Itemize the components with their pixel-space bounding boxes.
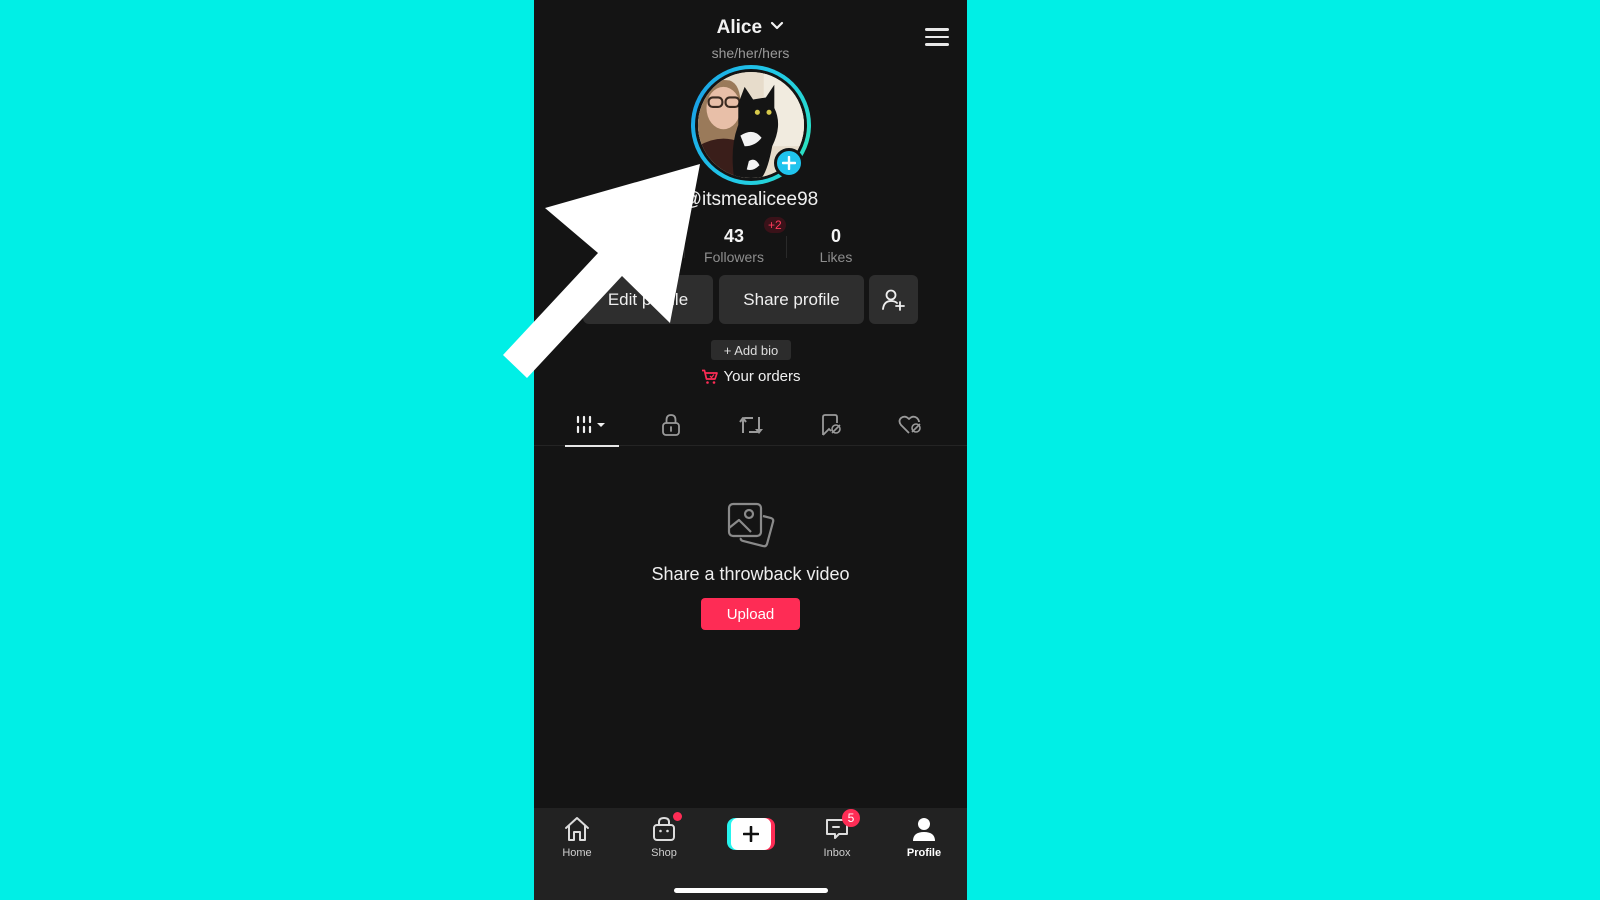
add-story-button[interactable] (774, 148, 804, 178)
edit-profile-button[interactable]: Edit profile (583, 275, 713, 324)
nav-home-label: Home (562, 847, 592, 859)
tab-favorites[interactable] (804, 404, 858, 446)
your-orders-link[interactable]: Your orders (534, 368, 967, 385)
upload-button[interactable]: Upload (701, 598, 800, 630)
repost-icon (739, 417, 763, 434)
nav-inbox-label: Inbox (823, 847, 851, 859)
likes-label: Likes (819, 249, 853, 265)
phone-screen: Alice she/her/hers @itsmealicee98 43 Fol… (534, 0, 967, 900)
add-bio-button[interactable]: + Add bio (711, 340, 791, 360)
username: @itsmealicee98 (682, 189, 819, 210)
nav-shop[interactable]: Shop (629, 812, 699, 859)
content-tabs (534, 404, 967, 447)
tab-reposts[interactable] (724, 404, 778, 446)
tab-videos[interactable] (565, 404, 619, 447)
nav-home[interactable]: Home (542, 814, 612, 859)
tab-private[interactable] (644, 404, 698, 446)
bookmark-hidden-icon (822, 414, 841, 436)
followers-label: Followers (704, 249, 764, 265)
followers-delta-badge: +2 (764, 217, 786, 233)
profile-stats: 43 Followers +2 0 Likes (534, 217, 967, 271)
plus-icon (782, 156, 796, 170)
home-indicator[interactable] (674, 888, 828, 893)
share-profile-button[interactable]: Share profile (719, 275, 864, 324)
nav-profile[interactable]: Profile (889, 814, 959, 859)
likes-count: 0 (830, 226, 841, 246)
bottom-nav: Home Shop 5 Inbox Profile (534, 808, 967, 900)
photos-icon (727, 502, 775, 548)
chevron-down-icon (771, 22, 784, 30)
shopping-cart-icon (701, 369, 718, 384)
nav-shop-label: Shop (651, 847, 677, 859)
lock-icon (662, 414, 680, 436)
grid-icon (576, 415, 605, 434)
empty-state-title: Share a throwback video (651, 564, 850, 584)
stat-likes[interactable]: 0 Likes (786, 226, 886, 265)
home-icon (565, 817, 589, 841)
pronouns: she/her/hers (711, 45, 790, 61)
shopping-bag-icon (653, 816, 675, 841)
heart-hidden-icon (898, 415, 921, 434)
display-name: Alice (716, 17, 763, 38)
add-user-icon (881, 289, 905, 311)
nav-inbox[interactable]: 5 Inbox (802, 809, 872, 859)
menu-icon[interactable] (925, 28, 949, 48)
plus-icon (743, 826, 759, 842)
create-button[interactable] (727, 818, 775, 850)
account-switcher[interactable]: Alice (534, 17, 967, 39)
add-friend-button[interactable] (869, 275, 918, 324)
profile-icon (913, 818, 935, 841)
your-orders-label: Your orders (723, 368, 801, 385)
inbox-count-badge: 5 (842, 809, 860, 827)
tab-liked[interactable] (883, 404, 937, 446)
shop-notification-dot (673, 812, 682, 821)
nav-profile-label: Profile (906, 847, 942, 859)
